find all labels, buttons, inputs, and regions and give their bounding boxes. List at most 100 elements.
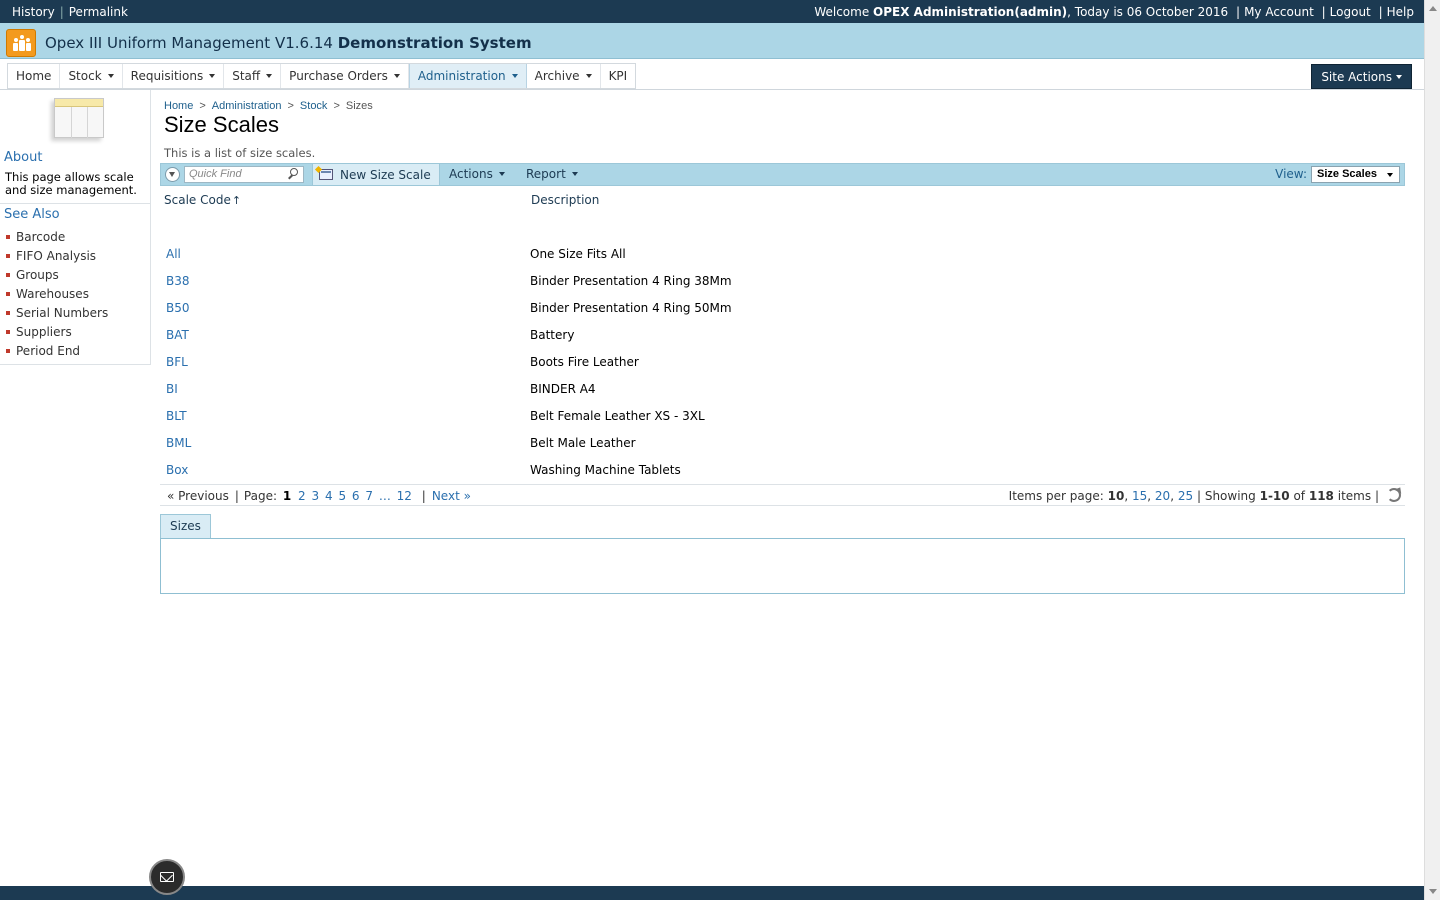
breadcrumb-home[interactable]: Home bbox=[164, 100, 193, 112]
view-label: View: bbox=[1275, 167, 1307, 181]
mail-button[interactable] bbox=[149, 859, 185, 895]
logout-link[interactable]: Logout bbox=[1330, 5, 1371, 19]
nav-item-home[interactable]: Home bbox=[8, 64, 61, 88]
page-ellipsis-link[interactable]: … bbox=[379, 489, 391, 503]
bullet-icon bbox=[6, 310, 10, 315]
see-also-item-warehouses[interactable]: Warehouses bbox=[6, 284, 108, 303]
top-nav: Home Stock Requisitions Staff Purchase O… bbox=[7, 63, 637, 89]
bullet-icon bbox=[6, 272, 10, 277]
caret-down-icon bbox=[107, 74, 114, 78]
items-label: items bbox=[1337, 489, 1372, 503]
scroll-up-icon[interactable] bbox=[1429, 6, 1437, 11]
app-logo-icon[interactable] bbox=[6, 29, 36, 57]
table-row[interactable]: Box Washing Machine Tablets bbox=[160, 456, 1405, 483]
nav-item-requisitions[interactable]: Requisitions bbox=[123, 64, 225, 88]
see-also-item-period-end[interactable]: Period End bbox=[6, 341, 108, 360]
breadcrumb-administration[interactable]: Administration bbox=[212, 100, 282, 112]
column-header-description[interactable]: Description bbox=[531, 193, 599, 207]
page-link-4[interactable]: 4 bbox=[325, 489, 333, 503]
actions-menu[interactable]: Actions bbox=[449, 164, 505, 185]
page-link-2[interactable]: 2 bbox=[298, 489, 306, 503]
permalink-link[interactable]: Permalink bbox=[69, 5, 128, 19]
page-table-icon bbox=[40, 95, 110, 145]
page-link-12[interactable]: 12 bbox=[397, 489, 412, 503]
help-link[interactable]: Help bbox=[1387, 5, 1414, 19]
page-title: Size Scales bbox=[164, 112, 279, 137]
table-row[interactable]: All One Size Fits All bbox=[160, 240, 1405, 267]
nav-item-kpi[interactable]: KPI bbox=[601, 64, 636, 88]
bullet-icon bbox=[6, 234, 10, 239]
see-also-item-suppliers[interactable]: Suppliers bbox=[6, 322, 108, 341]
new-item-icon bbox=[319, 169, 333, 180]
page-link-6[interactable]: 6 bbox=[352, 489, 360, 503]
top-bar: History | Permalink Welcome OPEX Administr… bbox=[0, 0, 1424, 23]
scale-code-link[interactable]: Box bbox=[166, 463, 188, 477]
scroll-down-icon[interactable] bbox=[1429, 889, 1437, 894]
caret-down-icon bbox=[585, 74, 592, 78]
table-row[interactable]: BAT Battery bbox=[160, 321, 1405, 348]
search-icon[interactable] bbox=[287, 168, 299, 180]
next-page-link[interactable]: Next » bbox=[432, 489, 471, 503]
table-row[interactable]: BFL Boots Fire Leather bbox=[160, 348, 1405, 375]
current-user: OPEX Administration(admin) bbox=[873, 5, 1068, 19]
table-row[interactable]: BML Belt Male Leather bbox=[160, 429, 1405, 456]
caret-down-icon bbox=[393, 74, 400, 78]
caret-down-icon bbox=[511, 74, 518, 78]
scale-code-link[interactable]: All bbox=[166, 247, 181, 261]
refresh-icon[interactable] bbox=[1387, 488, 1401, 502]
scale-code-link[interactable]: BLT bbox=[166, 409, 187, 423]
description-cell: Boots Fire Leather bbox=[530, 355, 639, 369]
table-row[interactable]: B50 Binder Presentation 4 Ring 50Mm bbox=[160, 294, 1405, 321]
app-title: Opex III Uniform Management V1.6.14 Demo… bbox=[45, 34, 532, 52]
scale-code-link[interactable]: B50 bbox=[166, 301, 190, 315]
separator: | bbox=[1236, 5, 1241, 19]
items-per-page-15[interactable]: 15 bbox=[1132, 489, 1147, 503]
showing-range: 1-10 bbox=[1259, 489, 1290, 503]
top-bar-left: History | Permalink bbox=[12, 5, 128, 19]
sort-ascending-icon: ↑ bbox=[231, 194, 242, 207]
vertical-scrollbar[interactable] bbox=[1424, 0, 1440, 900]
welcome-prefix: Welcome bbox=[814, 5, 870, 19]
see-also-item-serial-numbers[interactable]: Serial Numbers bbox=[6, 303, 108, 322]
page-link-3[interactable]: 3 bbox=[312, 489, 320, 503]
divider bbox=[0, 203, 150, 204]
scale-code-link[interactable]: BML bbox=[166, 436, 191, 450]
breadcrumb-stock[interactable]: Stock bbox=[300, 100, 328, 112]
column-header-scale-code[interactable]: Scale Code↑ bbox=[164, 193, 241, 207]
items-per-page-20[interactable]: 20 bbox=[1155, 489, 1170, 503]
scale-code-link[interactable]: B38 bbox=[166, 274, 190, 288]
table-row[interactable]: B38 Binder Presentation 4 Ring 38Mm bbox=[160, 267, 1405, 294]
see-also-item-groups[interactable]: Groups bbox=[6, 265, 108, 284]
my-account-link[interactable]: My Account bbox=[1244, 5, 1314, 19]
see-also-item-barcode[interactable]: Barcode bbox=[6, 227, 108, 246]
current-page: 1 bbox=[282, 489, 292, 503]
nav-item-stock[interactable]: Stock bbox=[60, 64, 123, 88]
scale-code-link[interactable]: BFL bbox=[166, 355, 188, 369]
scale-code-link[interactable]: BI bbox=[166, 382, 178, 396]
view-select[interactable]: Size Scales bbox=[1311, 166, 1400, 183]
caret-down-icon bbox=[498, 172, 505, 176]
nav-item-archive[interactable]: Archive bbox=[527, 64, 601, 88]
table-row[interactable]: BLT Belt Female Leather XS - 3XL bbox=[160, 402, 1405, 429]
nav-item-purchase-orders[interactable]: Purchase Orders bbox=[281, 64, 409, 88]
page-link-7[interactable]: 7 bbox=[365, 489, 373, 503]
items-per-page-25[interactable]: 25 bbox=[1178, 489, 1193, 503]
about-text: This page allows scale and size manageme… bbox=[5, 170, 137, 197]
tab-sizes[interactable]: Sizes bbox=[160, 514, 211, 539]
scale-code-link[interactable]: BAT bbox=[166, 328, 189, 342]
see-also-item-fifo-analysis[interactable]: FIFO Analysis bbox=[6, 246, 108, 265]
nav-item-staff[interactable]: Staff bbox=[224, 64, 282, 88]
quick-find-input[interactable]: Quick Find bbox=[184, 166, 304, 183]
nav-item-administration[interactable]: Administration bbox=[408, 64, 527, 88]
table-row[interactable]: BI BINDER A4 bbox=[160, 375, 1405, 402]
toolbar-menu-dropdown-icon[interactable] bbox=[165, 167, 180, 182]
history-link[interactable]: History bbox=[12, 5, 55, 19]
breadcrumb-current: Sizes bbox=[345, 100, 373, 112]
caret-down-icon bbox=[1396, 75, 1402, 79]
description-cell: Belt Male Leather bbox=[530, 436, 636, 450]
previous-page-link[interactable]: « Previous bbox=[167, 489, 229, 503]
site-actions-button[interactable]: Site Actions bbox=[1311, 64, 1412, 89]
page-link-5[interactable]: 5 bbox=[338, 489, 346, 503]
new-size-scale-button[interactable]: New Size Scale bbox=[312, 164, 440, 185]
report-menu[interactable]: Report bbox=[526, 164, 578, 185]
